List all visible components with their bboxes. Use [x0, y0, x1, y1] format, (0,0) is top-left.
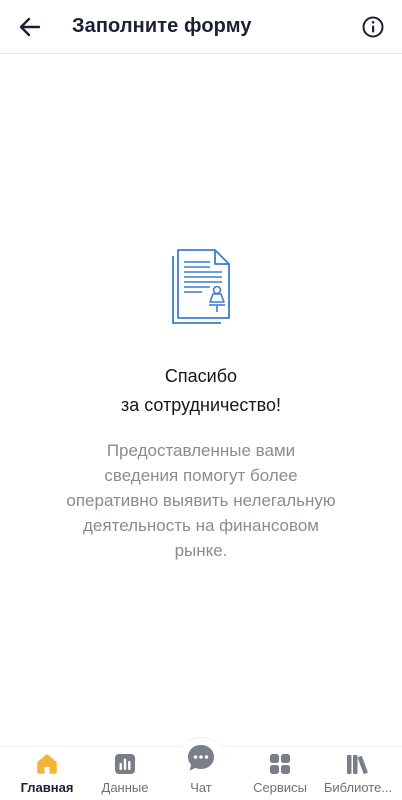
description-line: Предоставленные вами [106, 441, 296, 460]
nav-label: Главная [20, 780, 74, 795]
description-line: рынке. [174, 541, 228, 560]
bar-chart-icon [112, 751, 138, 777]
nav-label: Сервисы [253, 780, 307, 795]
top-bar: Заполните форму [0, 0, 402, 54]
nav-item-services[interactable]: Сервисы [244, 747, 316, 800]
thanks-message: Спасибо за сотрудничество! [0, 362, 402, 420]
thanks-line-1: Спасибо [164, 366, 238, 386]
description-line: сведения помогут более [104, 466, 298, 485]
books-icon [345, 751, 371, 777]
page-title: Заполните форму [72, 15, 252, 37]
chat-bubble-icon [186, 743, 216, 773]
description-text: Предоставленные вами сведения помогут бо… [40, 438, 362, 563]
thanks-line-2: за сотрудничество! [120, 395, 282, 415]
nav-item-library[interactable]: Библиоте... [318, 747, 398, 800]
bottom-navigation: Главная Данные Чат Сервисы Библиоте... [0, 737, 402, 800]
description-line: оперативно выявить нелегальную [66, 491, 336, 510]
nav-label: Чат [190, 780, 212, 795]
info-button[interactable] [360, 14, 386, 40]
app-screen: Заполните форму Спасибо за сотрудничеств… [0, 0, 402, 800]
nav-label: Данные [101, 780, 149, 795]
arrow-left-icon [19, 17, 41, 37]
home-icon [34, 751, 60, 777]
info-circle-icon [362, 16, 384, 38]
nav-item-chat[interactable]: Чат [170, 745, 232, 800]
description-line: деятельность на финансовом [83, 516, 319, 535]
success-content: Спасибо за сотрудничество! Предоставленн… [0, 54, 402, 750]
document-signature-icon [172, 249, 230, 324]
back-button[interactable] [14, 12, 46, 42]
nav-item-home[interactable]: Главная [10, 747, 84, 800]
nav-item-data[interactable]: Данные [90, 747, 160, 800]
nav-label: Библиоте... [323, 780, 393, 795]
grid-icon [267, 751, 293, 777]
